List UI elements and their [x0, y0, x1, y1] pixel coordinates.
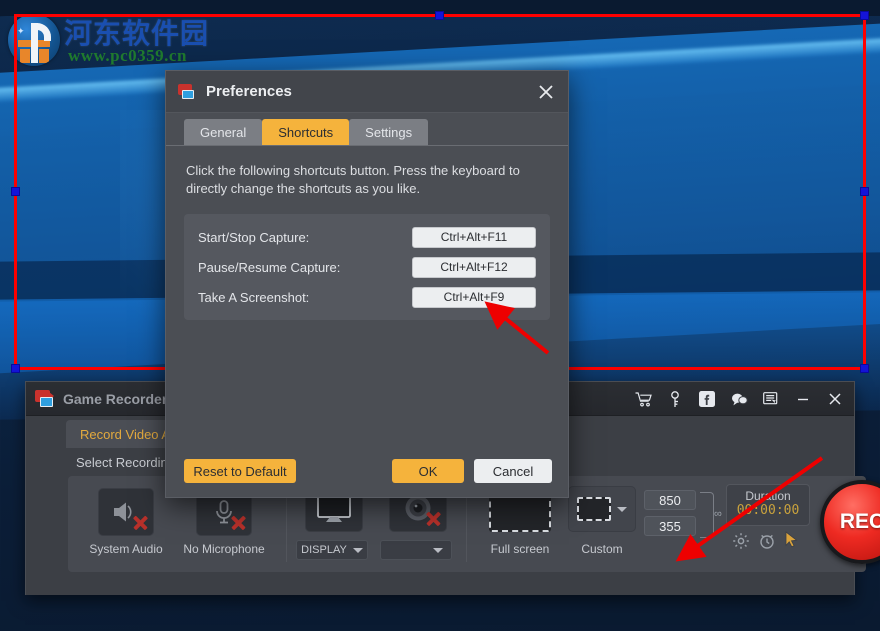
input-microphone[interactable]: No Microphone [172, 488, 276, 556]
reset-to-default-button[interactable]: Reset to Default [184, 459, 296, 483]
chevron-down-icon[interactable] [617, 507, 627, 512]
recorder-title: Game Recorder [63, 391, 167, 407]
speaker-muted-icon[interactable] [98, 488, 154, 536]
key-icon[interactable] [666, 390, 684, 408]
close-icon[interactable] [536, 82, 556, 102]
custom-region-dashed-icon [577, 497, 611, 521]
custom-region-box[interactable] [568, 486, 636, 532]
preferences-title: Preferences [206, 83, 292, 100]
capture-mode-label: Custom [558, 542, 646, 556]
preferences-footer: Reset to Default OK Cancel [166, 459, 568, 483]
ok-button[interactable]: OK [392, 459, 464, 483]
capture-width-input[interactable]: 850 [644, 490, 696, 510]
cancel-button[interactable]: Cancel [474, 459, 552, 483]
duration-display: Duration 00:00:00 [726, 484, 810, 526]
capture-height-input[interactable]: 355 [644, 516, 696, 536]
preferences-description: Click the following shortcuts button. Pr… [166, 146, 568, 198]
preferences-tabs: General Shortcuts Settings [166, 113, 568, 146]
tab-settings[interactable]: Settings [349, 119, 428, 145]
display-dropdown[interactable]: DISPLAY [296, 540, 368, 560]
cart-icon[interactable] [634, 390, 652, 408]
shortcuts-list: Start/Stop Capture: Ctrl+Alt+F11 Pause/R… [184, 214, 550, 320]
alarm-clock-icon[interactable] [758, 532, 776, 550]
minimize-icon[interactable] [794, 390, 812, 408]
shortcut-row: Pause/Resume Capture: Ctrl+Alt+F12 [198, 254, 536, 280]
webcam-dropdown[interactable] [380, 540, 452, 560]
preferences-dialog: Preferences General Shortcuts Settings C… [165, 70, 569, 498]
disabled-x-icon [424, 509, 442, 527]
tab-label: Settings [365, 125, 412, 140]
capture-size-group: 850 355 [644, 490, 696, 536]
watermark-url: www.pc0359.cn [68, 46, 187, 66]
camera-screen-icon [35, 390, 55, 408]
input-system-audio[interactable]: System Audio [82, 488, 170, 556]
aspect-lock-icon[interactable]: ∞ [714, 508, 722, 520]
chevron-down-icon [433, 548, 443, 553]
shortcut-key-button[interactable]: Ctrl+Alt+F9 [412, 287, 536, 308]
recorder-titlebar-icons [634, 382, 844, 416]
shortcut-row: Take A Screenshot: Ctrl+Alt+F9 [198, 284, 536, 310]
tab-label: General [200, 125, 246, 140]
record-button-label: REC [840, 510, 880, 534]
settings-gear-icon[interactable] [732, 532, 750, 550]
tab-label: Shortcuts [278, 125, 333, 140]
hedong-logo-icon: ✦ [8, 14, 60, 66]
display-dropdown-value: DISPLAY [301, 544, 347, 556]
shortcut-label: Pause/Resume Capture: [198, 260, 412, 275]
shortcut-label: Take A Screenshot: [198, 290, 412, 305]
feedback-icon[interactable] [762, 390, 780, 408]
camera-screen-icon [178, 84, 196, 100]
tab-general[interactable]: General [184, 119, 262, 145]
record-button[interactable]: REC [820, 480, 880, 564]
aspect-bracket [700, 492, 714, 538]
cursor-pointer-icon[interactable] [784, 531, 802, 549]
tab-shortcuts[interactable]: Shortcuts [262, 119, 349, 145]
input-label: System Audio [82, 542, 170, 556]
duration-label: Duration [727, 489, 809, 503]
capture-mode-label: Full screen [476, 542, 564, 556]
shortcut-key-button[interactable]: Ctrl+Alt+F12 [412, 257, 536, 278]
capture-mode-custom[interactable]: Custom [558, 486, 646, 556]
shortcut-key-button[interactable]: Ctrl+Alt+F11 [412, 227, 536, 248]
disabled-x-icon [229, 513, 247, 531]
duration-value: 00:00:00 [727, 503, 809, 518]
watermark: ✦ 河东软件园 www.pc0359.cn [6, 8, 216, 72]
input-label: No Microphone [172, 542, 276, 556]
chat-icon[interactable] [730, 390, 748, 408]
disabled-x-icon [131, 513, 149, 531]
shortcut-label: Start/Stop Capture: [198, 230, 412, 245]
chevron-down-icon [353, 548, 363, 553]
shortcut-row: Start/Stop Capture: Ctrl+Alt+F11 [198, 224, 536, 250]
preferences-titlebar[interactable]: Preferences [166, 71, 568, 113]
close-icon[interactable] [826, 390, 844, 408]
facebook-icon[interactable] [698, 390, 716, 408]
